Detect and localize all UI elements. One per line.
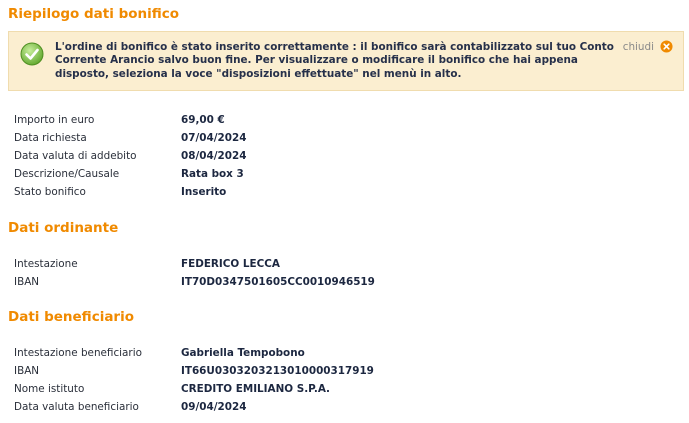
row-value: 09/04/2024	[181, 401, 247, 413]
transfer-summary-page: Riepilogo dati bonifico L'ordine di boni…	[0, 0, 689, 423]
row-value: Rata box 3	[181, 168, 244, 180]
row-value: CREDITO EMILIANO S.P.A.	[181, 383, 330, 395]
row-label: Nome istituto	[14, 383, 85, 395]
row-value: IT70D0347501605CC0010946519	[181, 276, 375, 288]
ordinante-title: Dati ordinante	[8, 220, 119, 236]
row-label: Data valuta di addebito	[14, 150, 137, 162]
row-label: Data richiesta	[14, 132, 87, 144]
close-circle-icon[interactable]	[660, 40, 673, 53]
row-value: 69,00 €	[181, 114, 225, 126]
alert-message: L'ordine di bonifico è stato inserito co…	[55, 41, 614, 80]
beneficiario-title: Dati beneficiario	[8, 309, 134, 325]
row-value: Inserito	[181, 186, 227, 198]
summary-title: Riepilogo dati bonifico	[8, 6, 180, 22]
row-label: Intestazione beneficiario	[14, 347, 142, 359]
close-alert-button[interactable]: chiudi	[623, 40, 673, 53]
row-value: 08/04/2024	[181, 150, 247, 162]
row-label: IBAN	[14, 365, 40, 377]
row-label: Data valuta beneficiario	[14, 401, 139, 413]
row-label: Importo in euro	[14, 114, 95, 126]
row-label: Intestazione	[14, 258, 78, 270]
row-value: Gabriella Tempobono	[181, 347, 305, 359]
check-circle-icon	[20, 42, 44, 66]
row-label: IBAN	[14, 276, 40, 288]
row-label: Stato bonifico	[14, 186, 86, 198]
row-label: Descrizione/Causale	[14, 168, 120, 180]
row-value: 07/04/2024	[181, 132, 247, 144]
close-label[interactable]: chiudi	[623, 41, 654, 53]
row-value: IT66U0303203213010000317919	[181, 365, 374, 377]
success-alert: L'ordine di bonifico è stato inserito co…	[8, 31, 684, 91]
row-value: FEDERICO LECCA	[181, 258, 280, 270]
